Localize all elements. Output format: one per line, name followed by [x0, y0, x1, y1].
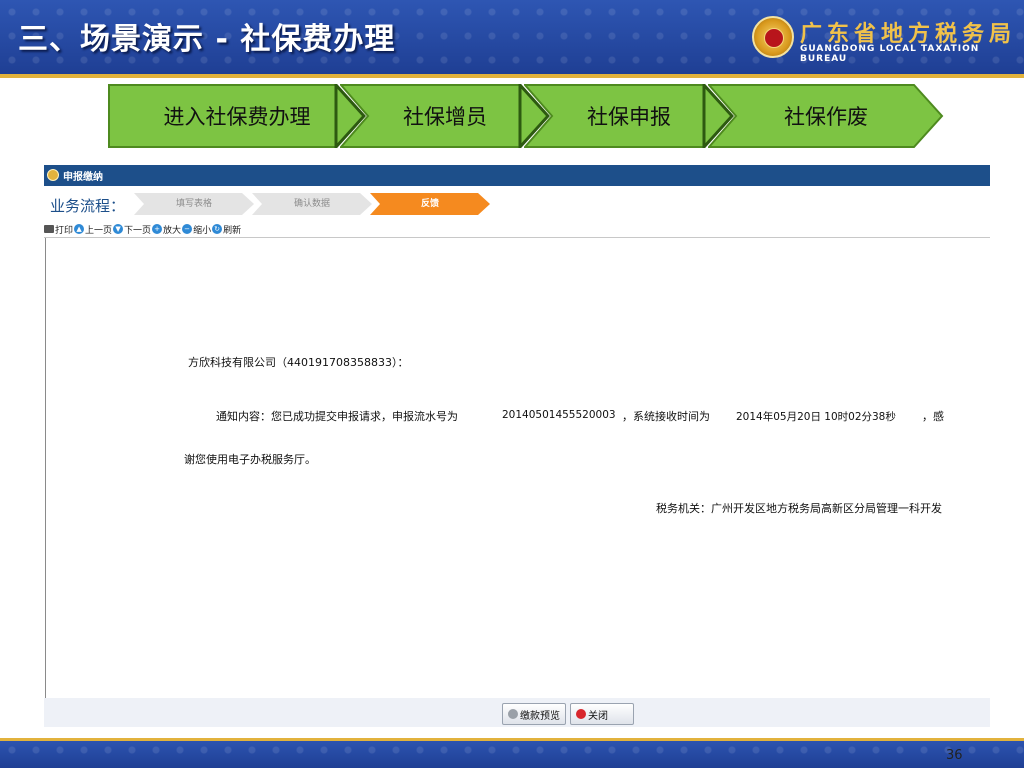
- slide-footer: [0, 738, 1024, 768]
- notice-time-label: ，系统接收时间为: [622, 410, 710, 423]
- zoom-out-button[interactable]: − 缩小: [182, 223, 211, 236]
- step-add-member: 社保增员: [340, 84, 550, 148]
- slide-header: 三、场景演示 - 社保费办理 广东省地方税务局 GUANGDONG LOCAL …: [0, 0, 1024, 74]
- printer-icon: [44, 225, 54, 233]
- viewer-toolbar: 打印 ▲ 上一页 ▼ 下一页 + 放大 − 缩小 ↻ 刷新: [44, 221, 242, 237]
- minus-icon: −: [182, 224, 193, 234]
- notice-line2: 谢您使用电子办税服务厅。: [184, 453, 316, 466]
- step-label: 社保作废: [784, 105, 868, 129]
- flow-step-fill-form: 填写表格: [134, 193, 254, 215]
- refresh-icon: ↻: [212, 224, 223, 234]
- slide-title: 三、场景演示 - 社保费办理: [18, 22, 396, 57]
- payment-preview-button[interactable]: 缴款预览: [502, 703, 566, 725]
- close-icon: [576, 709, 586, 719]
- print-button[interactable]: 打印: [44, 223, 73, 236]
- bureau-name-en: GUANGDONG LOCAL TAXATION BUREAU: [800, 44, 980, 64]
- notice-authority: 税务机关：广州开发区地方税务局高新区分局管理一科开发: [656, 502, 942, 515]
- prev-page-button[interactable]: ▲ 上一页: [74, 223, 112, 236]
- arrow-up-icon: ▲: [74, 224, 85, 234]
- notice-company: 方欣科技有限公司（440191708358833）：: [188, 356, 409, 369]
- flow-step-confirm: 确认数据: [252, 193, 372, 215]
- step-void: 社保作废: [708, 84, 944, 148]
- window-titlebar: 申报缴纳: [44, 165, 990, 186]
- next-page-button[interactable]: ▼ 下一页: [113, 223, 151, 236]
- flow-label: 业务流程：: [50, 197, 126, 215]
- flow-step-feedback: 反馈: [370, 193, 490, 215]
- step-enter: 进入社保费办理: [108, 84, 366, 148]
- notice-serial: 20140501455520003: [502, 409, 616, 421]
- window-app-icon: [47, 169, 59, 181]
- footer-divider: [0, 738, 1024, 741]
- header-divider: [0, 74, 1024, 78]
- bureau-emblem-icon: [752, 16, 794, 58]
- notice-time: 2014年05月20日 10时02分38秒: [736, 411, 896, 423]
- window-title: 申报缴纳: [63, 172, 103, 183]
- notice-tail: ，感: [922, 410, 944, 423]
- close-button[interactable]: 关闭: [570, 703, 634, 725]
- zoom-in-button[interactable]: + 放大: [152, 223, 181, 236]
- step-label: 社保增员: [403, 105, 487, 129]
- toolbar-divider: [44, 237, 990, 238]
- step-label: 社保申报: [587, 105, 671, 129]
- process-steps: 进入社保费办理 社保增员 社保申报 社保作废: [108, 84, 944, 148]
- preview-icon: [508, 709, 518, 719]
- arrow-down-icon: ▼: [113, 224, 124, 234]
- notice-intro: 通知内容：您已成功提交申报请求，申报流水号为: [216, 410, 458, 423]
- step-declare: 社保申报: [524, 84, 734, 148]
- declaration-window: 申报缴纳 业务流程： 填写表格 确认数据 反馈 打印 ▲ 上一页 ▼ 下一页 +…: [44, 165, 990, 727]
- refresh-button[interactable]: ↻ 刷新: [212, 223, 241, 236]
- page-number: 36: [946, 748, 963, 763]
- plus-icon: +: [152, 224, 163, 234]
- content-border: [45, 238, 46, 698]
- step-label: 进入社保费办理: [163, 105, 311, 129]
